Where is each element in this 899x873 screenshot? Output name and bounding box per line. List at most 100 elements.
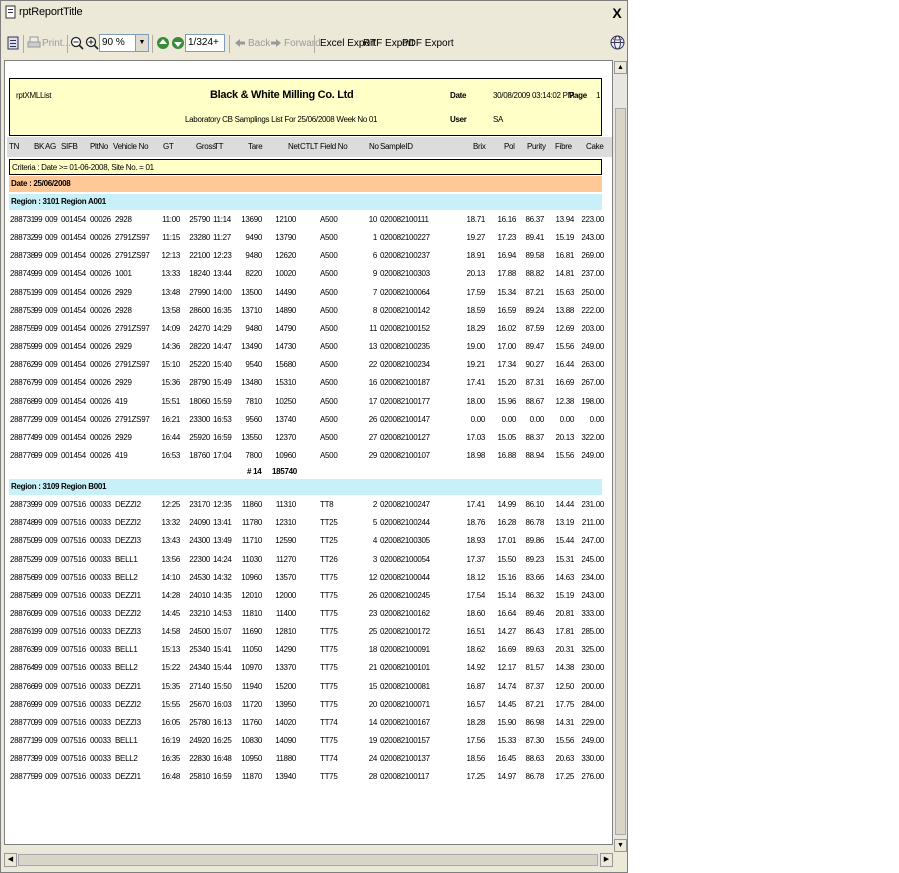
- table-cell: 87.21: [525, 287, 544, 297]
- table-row[interactable]: 288759 99 009 001454 00026 2929 14:36 28220 14:4…: [7, 338, 612, 356]
- table-cell: 14:32: [213, 572, 232, 582]
- table-cell: 25790: [189, 215, 210, 224]
- table-cell: 9560: [245, 414, 262, 424]
- table-row[interactable]: 288776 99 009 001454 00026 419 16:53 18760 17:04…: [7, 447, 612, 465]
- table-row[interactable]: 288767 99 009 001454 00026 2929 15:36 28790 15:4…: [7, 374, 612, 392]
- table-cell: 288732: [10, 233, 35, 243]
- next-page-icon[interactable]: [171, 36, 185, 50]
- table-cell: TT8: [320, 500, 334, 510]
- table-row[interactable]: 288766 99 009 007516 00033 DEZZI1 15:35 27140 15…: [7, 678, 612, 696]
- vertical-scrollbar[interactable]: ▲ ▼: [614, 60, 627, 852]
- table-cell: 00033: [90, 754, 111, 764]
- table-cell: 234.00: [581, 572, 604, 582]
- table-row[interactable]: 288753 99 009 001454 00026 2928 13:58 28600 16:3…: [7, 302, 612, 320]
- table-cell: 13:56: [161, 554, 180, 564]
- table-row[interactable]: 288732 99 009 001454 00026 2791ZS97 11:15 23280…: [7, 229, 612, 247]
- zoom-select[interactable]: 90 % ▼: [99, 34, 149, 52]
- report-subtitle: Laboratory CB Samplings List For 25/06/2…: [185, 115, 378, 124]
- table-cell: 020082100172: [380, 627, 430, 637]
- page-number-input[interactable]: 1/324+: [185, 34, 225, 52]
- table-row[interactable]: 288758 99 009 007516 00033 DEZZI1 14:28 24010 14…: [7, 587, 612, 605]
- table-cell: 00033: [90, 717, 111, 727]
- scroll-up-icon[interactable]: ▲: [614, 61, 627, 74]
- table-cell: 0.00: [589, 414, 605, 424]
- table-cell: 211.00: [581, 518, 604, 528]
- table-cell: BELL2: [115, 572, 138, 582]
- globe-icon[interactable]: [610, 35, 625, 50]
- table-row[interactable]: 288739 99 009 007516 00033 DEZZI2 12:25 23170 12…: [7, 496, 612, 514]
- table-row[interactable]: 288768 99 009 001454 00026 419 15:51 18060 15:59…: [7, 393, 612, 411]
- table-row[interactable]: 288764 99 009 007516 00033 BELL2 15:22 24340 15:…: [7, 659, 612, 677]
- table-row[interactable]: 288774 99 009 001454 00026 2929 16:44 25920 16:5…: [7, 429, 612, 447]
- table-cell: 15.14: [497, 590, 516, 600]
- table-cell: 15.44: [555, 536, 574, 546]
- table-cell: 15:41: [213, 645, 232, 655]
- table-cell: A500: [320, 233, 338, 243]
- table-row[interactable]: 288755 99 009 001454 00026 2791ZS97 14:09 24270…: [7, 320, 612, 338]
- table-cell: 020082100142: [380, 305, 430, 315]
- horizontal-scrollbar[interactable]: ◀ ▶: [4, 852, 614, 868]
- horizontal-scroll-thumb[interactable]: [18, 854, 598, 866]
- table-cell: 2928: [115, 305, 132, 315]
- table-cell: 20.63: [555, 754, 574, 764]
- table-cell: 15.56: [555, 450, 574, 460]
- date-label: Date: [450, 91, 467, 100]
- table-row[interactable]: 288751 99 009 001454 00026 2929 13:48 27990 14:0…: [7, 284, 612, 302]
- zoom-out-icon[interactable]: [70, 36, 84, 50]
- toc-icon[interactable]: [6, 36, 20, 50]
- chevron-down-icon[interactable]: ▼: [135, 35, 148, 51]
- table-cell: 11310: [275, 500, 296, 510]
- table-row[interactable]: 288772 99 009 001454 00026 2791ZS97 16:21 23300…: [7, 411, 612, 429]
- table-cell: 86.37: [525, 215, 544, 224]
- table-cell: 020082100081: [380, 681, 430, 691]
- scroll-right-icon[interactable]: ▶: [600, 853, 613, 867]
- table-cell: 11880: [275, 754, 296, 764]
- column-header: LT: [310, 142, 319, 151]
- vertical-scroll-thumb[interactable]: [615, 108, 626, 835]
- table-row[interactable]: 288769 99 009 007516 00033 DEZZI2 15:55 25670 16…: [7, 696, 612, 714]
- table-cell: TT75: [320, 627, 338, 637]
- table-cell: 009: [45, 717, 58, 727]
- table-row[interactable]: 288752 99 009 007516 00033 BELL1 13:56 22300 14:…: [7, 551, 612, 569]
- table-cell: 020082100247: [380, 500, 430, 510]
- table-cell: 12:13: [161, 251, 180, 261]
- pdf-export-button[interactable]: PDF Export: [402, 35, 454, 53]
- table-row[interactable]: 288731 99 009 001454 00026 2928 11:00 25790 11:1…: [7, 211, 612, 229]
- table-row[interactable]: 288771 99 009 007516 00033 BELL1 16:19 24920 16:…: [7, 732, 612, 750]
- table-cell: 17.41: [466, 378, 485, 388]
- print-icon[interactable]: [27, 36, 41, 50]
- table-row[interactable]: 288738 99 009 001454 00026 2791ZS97 12:13 22100…: [7, 247, 612, 265]
- table-row[interactable]: 288773 99 009 007516 00033 BELL2 16:35 22830 16:…: [7, 750, 612, 768]
- table-row[interactable]: 288748 99 009 007516 00033 DEZZI2 13:32 24090 13…: [7, 514, 612, 532]
- table-cell: 18.93: [466, 536, 485, 546]
- table-cell: 9480: [245, 251, 262, 261]
- table-cell: 14:09: [161, 323, 180, 333]
- table-cell: 15310: [275, 378, 296, 388]
- prev-page-icon[interactable]: [156, 36, 170, 50]
- close-button[interactable]: X: [610, 5, 624, 21]
- table-cell: 13940: [275, 772, 296, 782]
- scroll-down-icon[interactable]: ▼: [614, 839, 627, 852]
- table-row[interactable]: 288749 99 009 001454 00026 1001 13:33 18240 13:4…: [7, 265, 612, 283]
- table-row[interactable]: 288763 99 009 007516 00033 BELL1 15:13 25340 15:…: [7, 641, 612, 659]
- table-cell: 020082100107: [380, 450, 430, 460]
- table-row[interactable]: 288750 99 009 007516 00033 DEZZI3 13:43 24300 13…: [7, 532, 612, 550]
- scroll-left-icon[interactable]: ◀: [4, 853, 17, 867]
- table-cell: 19.00: [466, 342, 485, 352]
- table-cell: 12:35: [213, 500, 232, 510]
- table-row[interactable]: 288770 99 009 007516 00033 DEZZI3 16:05 25780 16…: [7, 714, 612, 732]
- table-cell: 00026: [90, 305, 111, 315]
- table-cell: 18760: [189, 450, 210, 460]
- table-cell: 2791ZS97: [115, 323, 150, 333]
- table-row[interactable]: 288762 99 009 001454 00026 2791ZS97 15:10 25220…: [7, 356, 612, 374]
- table-cell: 222.00: [581, 305, 604, 315]
- table-cell: 86.10: [525, 500, 544, 510]
- back-button[interactable]: Back: [248, 35, 270, 53]
- table-row[interactable]: 288760 99 009 007516 00033 DEZZI2 14:45 23210 14…: [7, 605, 612, 623]
- forward-button[interactable]: Forward: [284, 35, 321, 53]
- table-cell: 24500: [189, 627, 210, 637]
- table-row[interactable]: 288775 99 009 007516 00033 DEZZI1 16:48 25810 16…: [7, 768, 612, 786]
- table-row[interactable]: 288756 99 009 007516 00033 BELL2 14:10 24530 14:…: [7, 569, 612, 587]
- table-row[interactable]: 288761 99 009 007516 00033 DEZZI3 14:58 24500 15…: [7, 623, 612, 641]
- zoom-in-icon[interactable]: [85, 36, 99, 50]
